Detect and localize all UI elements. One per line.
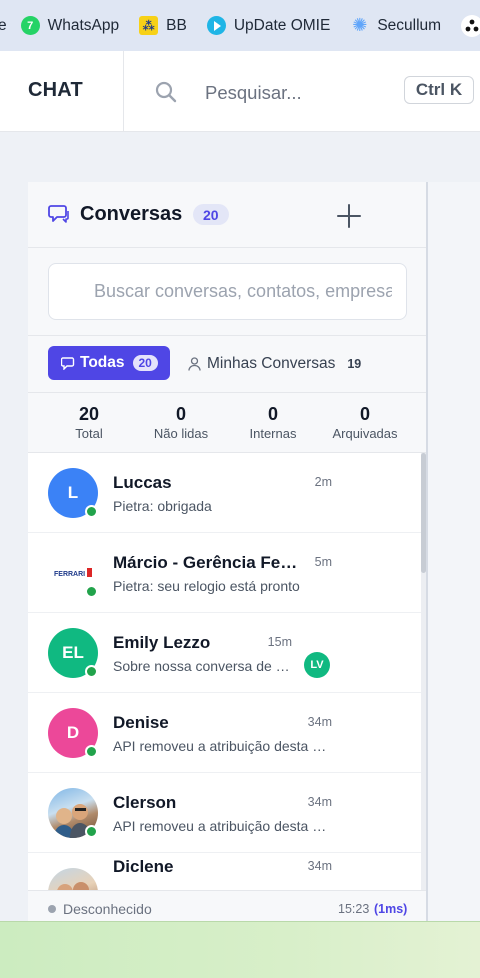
bookmark-edge[interactable]: e	[0, 17, 7, 35]
contact-name: Márcio - Gerência Ferrari Relógios	[113, 553, 303, 572]
main-content-area	[428, 182, 480, 921]
bookmark-update-omie[interactable]: UpDate OMIE	[206, 16, 331, 35]
online-indicator	[85, 665, 98, 678]
chat-bubble-icon	[48, 205, 69, 223]
conversation-item[interactable]: FERRARI Márcio - Gerência Ferrari Relógi…	[28, 533, 423, 613]
new-conversation-button[interactable]	[335, 202, 363, 230]
message-preview: Pietra: seu relogio está pronto	[113, 578, 300, 594]
conversation-item[interactable]: Clerson API removeu a atribuição desta c…	[28, 773, 423, 853]
assigned-agent-badge: LV	[304, 652, 330, 678]
bookmark-label: UpDate OMIE	[233, 16, 331, 34]
stat-internal: 0 Internas	[227, 403, 319, 443]
status-dot-icon	[48, 905, 56, 913]
stat-total: 20 Total	[43, 403, 135, 443]
connection-status-bar: Desconhecido 15:23 (1ms)	[28, 890, 426, 921]
stat-value: 20	[78, 404, 100, 424]
connection-status: Desconhecido	[63, 901, 152, 917]
os-taskbar	[0, 921, 480, 978]
svg-text:FERRARI: FERRARI	[54, 571, 85, 578]
conversations-title: Conversas	[80, 203, 183, 225]
tab-all-label: Todas	[80, 354, 125, 371]
bookmark-whatsapp[interactable]: 7 WhatsApp	[20, 16, 120, 35]
message-time: 34m	[307, 715, 332, 729]
bookmark-bb[interactable]: ⁂ BB	[139, 16, 187, 35]
bookmarks-bar: e 7 WhatsApp ⁂ BB UpDate OMIE ✺ Secullum	[0, 0, 480, 51]
conversation-stats: 20 Total 0 Não lidas 0 Internas 0 Arquiv…	[28, 393, 426, 453]
panel-divider[interactable]	[426, 182, 428, 921]
bb-icon: ⁂	[139, 16, 159, 35]
stat-label: Arquivadas	[332, 426, 398, 441]
photo-avatar	[57, 882, 89, 890]
person-icon	[188, 357, 201, 371]
tab-all[interactable]: Todas 20	[48, 346, 170, 380]
stat-label: Total	[75, 426, 103, 441]
contact-name: Denise	[113, 713, 169, 732]
bookmark-label: BB	[166, 16, 187, 34]
conversation-search-row	[28, 248, 426, 336]
stat-label: Internas	[249, 426, 297, 441]
company-logo: FERRARI	[53, 568, 92, 578]
play-icon	[206, 16, 226, 35]
conversations-header: Conversas 20	[28, 182, 426, 248]
tab-mine-count: 19	[347, 357, 362, 371]
contact-name: Luccas	[113, 473, 172, 492]
header-divider	[123, 51, 124, 132]
conversation-item[interactable]: EL Emily Lezzo Sobre nossa conversa de o…	[28, 613, 423, 693]
global-search-input[interactable]: Pesquisar...	[205, 82, 302, 104]
stat-archived: 0 Arquivadas	[319, 403, 411, 443]
chat-bubble-icon	[61, 356, 75, 370]
conversation-item[interactable]: L Luccas Pietra: obrigada 2m	[28, 453, 423, 533]
bookmark-extra[interactable]	[461, 14, 480, 37]
stat-unread: 0 Não lidas	[135, 403, 227, 443]
conversations-panel: Conversas 20 Todas 20 Minhas Conversas 1…	[28, 182, 426, 921]
online-indicator	[85, 825, 98, 838]
message-preview: API removeu a atribuição desta conversa	[113, 738, 333, 754]
contact-name: Diclene	[113, 857, 174, 876]
avatar	[48, 868, 98, 890]
stat-label: Não lidas	[153, 426, 209, 441]
conversations-count-badge: 20	[193, 204, 229, 225]
secullum-icon: ✺	[352, 15, 368, 35]
bookmark-label: Secullum	[377, 16, 442, 34]
whatsapp-icon: 7	[20, 16, 40, 35]
app-header: CHAT Pesquisar... Ctrl K	[0, 51, 480, 132]
message-time: 5m	[314, 555, 332, 569]
conversation-item[interactable]: D Denise API removeu a atribuição desta …	[28, 693, 423, 773]
message-time: 2m	[314, 475, 332, 489]
status-time: 15:23	[338, 902, 370, 916]
stat-value: 0	[175, 404, 186, 424]
contact-name: Clerson	[113, 793, 177, 812]
online-indicator	[85, 745, 98, 758]
status-latency: (1ms)	[374, 902, 408, 916]
message-preview: Pietra: obrigada	[113, 498, 212, 514]
scrollbar-thumb[interactable]	[421, 453, 426, 573]
bookmark-secullum[interactable]: ✺ Secullum	[350, 15, 442, 35]
page-title: CHAT	[28, 79, 83, 101]
online-indicator	[85, 585, 98, 598]
message-time: 15m	[267, 635, 292, 649]
conversation-search-input[interactable]	[48, 263, 407, 320]
stat-value: 0	[267, 404, 278, 424]
tab-mine-label: Minhas Conversas	[207, 355, 336, 372]
bookmark-label: WhatsApp	[47, 16, 120, 34]
conversation-item[interactable]: Diclene 34m	[28, 853, 423, 890]
search-shortcut-badge: Ctrl K	[404, 76, 474, 104]
online-indicator	[85, 505, 98, 518]
network-icon	[461, 14, 480, 37]
conversation-tabs: Todas 20 Minhas Conversas 19	[28, 336, 426, 393]
stat-value: 0	[359, 404, 370, 424]
message-preview: API removeu a atribuição desta conversa	[113, 818, 333, 834]
contact-name: Emily Lezzo	[113, 633, 211, 652]
message-preview: Sobre nossa conversa de ontem	[113, 658, 293, 674]
conversation-list: L Luccas Pietra: obrigada 2m FERRARI Már…	[28, 453, 426, 890]
search-icon[interactable]	[155, 81, 177, 103]
message-time: 34m	[307, 795, 332, 809]
tab-all-count: 20	[132, 355, 158, 371]
tab-my-conversations[interactable]: Minhas Conversas 19	[188, 355, 361, 373]
message-time: 34m	[307, 859, 332, 873]
